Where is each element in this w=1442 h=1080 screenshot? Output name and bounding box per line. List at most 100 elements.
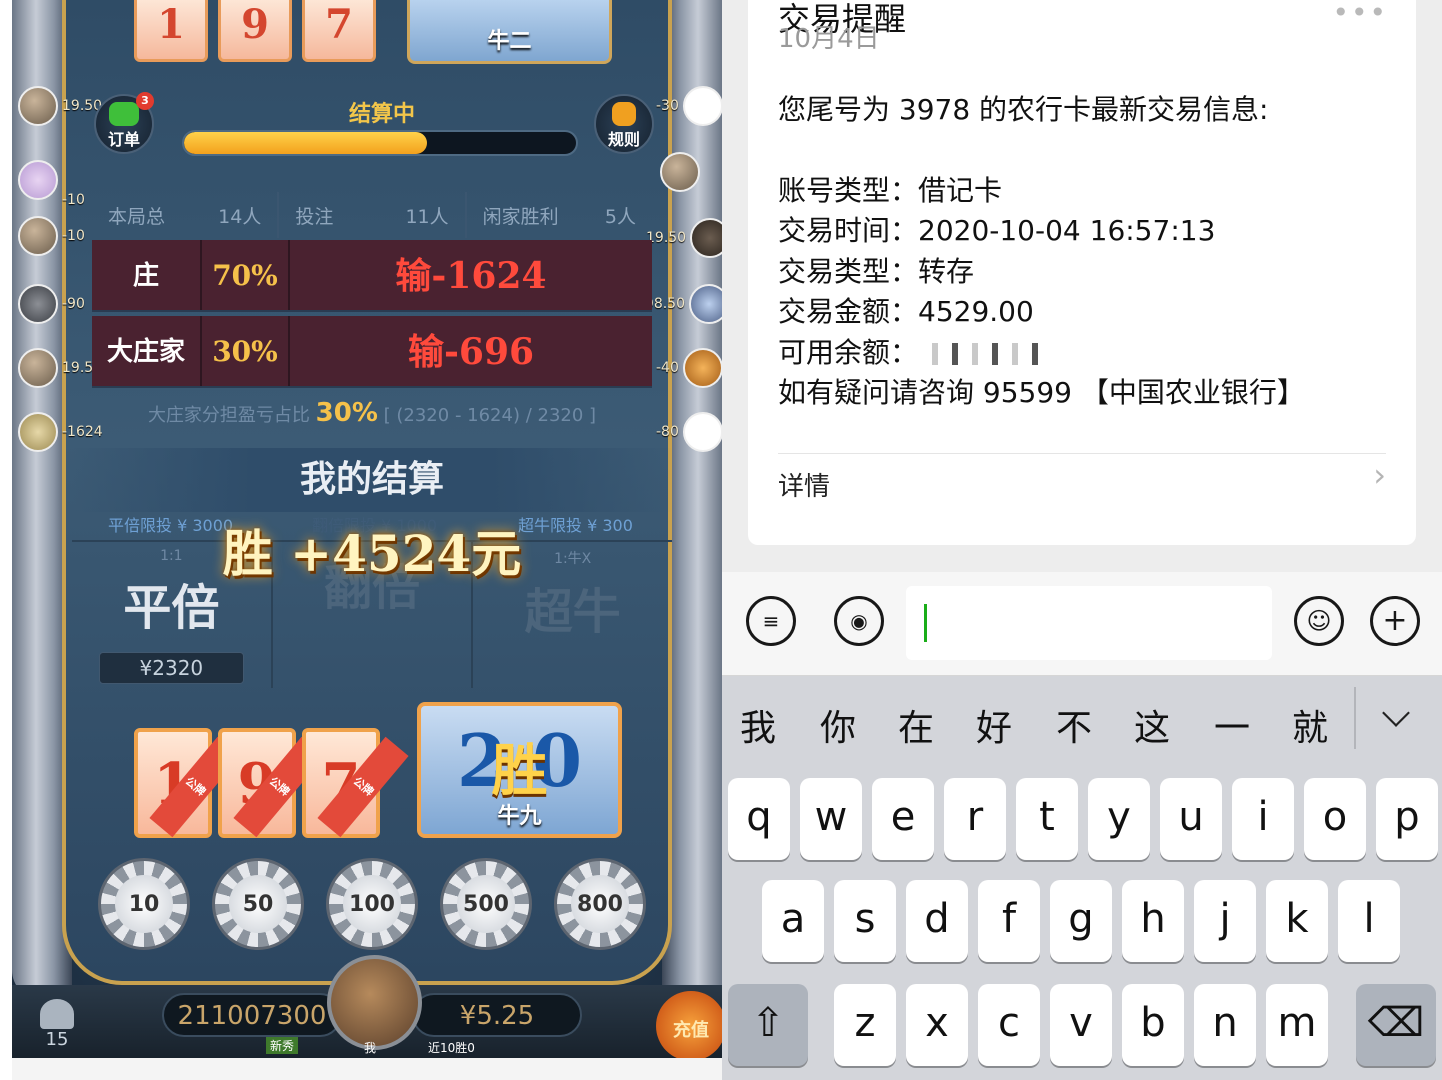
limit-super: 超牛限投 ¥ 300	[518, 516, 633, 535]
consult-line: 如有疑问请咨询 95599 【中国农业银行】	[778, 376, 1305, 409]
me-tag: 我	[364, 1041, 377, 1055]
key-x[interactable]: x	[906, 984, 968, 1066]
share-pct: 30%	[315, 398, 378, 428]
key-g[interactable]: g	[1050, 880, 1112, 962]
key-b[interactable]: b	[1122, 984, 1184, 1066]
chip-value: 10	[115, 875, 173, 933]
balance-label: 可用余额：	[778, 335, 919, 369]
avatar	[18, 160, 58, 200]
candidate-word[interactable]: 好	[976, 699, 1012, 751]
key-i[interactable]: i	[1232, 778, 1294, 860]
chip-10[interactable]: 10	[98, 858, 190, 950]
candidate-word[interactable]: 你	[820, 699, 856, 751]
chip-500[interactable]: 500	[440, 858, 532, 950]
backspace-key[interactable]: ⌫	[1356, 984, 1436, 1066]
key-n[interactable]: n	[1194, 984, 1256, 1066]
voice-icon[interactable]: ◉	[834, 596, 884, 646]
candidate-word[interactable]: 就	[1292, 699, 1328, 751]
recharge-button[interactable]: 充值	[656, 991, 722, 1058]
chip-value: 100	[343, 875, 401, 933]
online-players[interactable]: 15	[40, 999, 74, 1050]
key-a[interactable]: a	[762, 880, 824, 962]
rank-tag: 新秀	[266, 1037, 299, 1054]
row-pct: 70%	[202, 240, 290, 310]
key-t[interactable]: t	[1016, 778, 1078, 860]
avatar	[18, 86, 58, 126]
key-r[interactable]: r	[944, 778, 1006, 860]
game-footer: 15 211007300 ¥5.25 新秀 我 近10胜0 充值	[12, 955, 722, 1058]
right-player-5[interactable]: -40	[652, 348, 722, 388]
banker-cards: 2 0 胜 牛九	[417, 702, 622, 838]
avatar	[660, 152, 700, 192]
stats-value: 5人	[604, 205, 636, 228]
player-card-1: 1 公牌	[134, 728, 241, 838]
transaction-card[interactable]: 交易提醒 ••• 10月4日 您尾号为 3978 的农行卡最新交易信息: 账号类…	[748, 0, 1416, 545]
key-h[interactable]: h	[1122, 880, 1184, 962]
account-type: 账号类型：借记卡	[778, 173, 1003, 207]
key-l[interactable]: l	[1338, 880, 1400, 962]
orders-button[interactable]: 订单 3	[94, 92, 154, 154]
player-score: -40	[656, 360, 679, 376]
plus-icon[interactable]: +	[1370, 596, 1420, 646]
stats-value: 11人	[405, 205, 449, 228]
key-c[interactable]: c	[978, 984, 1040, 1066]
avatar	[689, 284, 722, 324]
right-player-2[interactable]	[652, 152, 700, 192]
my-avatar[interactable]	[327, 955, 422, 1050]
avatar	[690, 218, 722, 258]
chip-50[interactable]: 50	[212, 858, 304, 950]
card-body: 您尾号为 3978 的农行卡最新交易信息: 账号类型：借记卡 交易时间：2020…	[778, 90, 1396, 414]
candidate-word[interactable]: 在	[898, 699, 934, 751]
menu-list-icon[interactable]: ≡	[746, 596, 796, 646]
key-d[interactable]: d	[906, 880, 968, 962]
key-q[interactable]: q	[728, 778, 790, 860]
stats-total: 本局总 14人	[92, 192, 280, 238]
key-e[interactable]: e	[872, 778, 934, 860]
key-k[interactable]: k	[1266, 880, 1328, 962]
key-u[interactable]: u	[1160, 778, 1222, 860]
screenshot-root: 1 9 7 牛二 19.50 -10 -10 -90 19.50 -1624 -…	[0, 0, 1442, 1080]
key-z[interactable]: z	[834, 984, 896, 1066]
chevron-down-icon[interactable]	[1382, 699, 1410, 727]
candidate-word[interactable]: 一	[1214, 699, 1250, 751]
key-y[interactable]: y	[1088, 778, 1150, 860]
shift-key[interactable]: ⇧	[728, 984, 808, 1066]
more-icon[interactable]: •••	[1332, 0, 1388, 29]
chip-100[interactable]: 100	[326, 858, 418, 950]
progress-fill	[184, 132, 428, 154]
key-o[interactable]: o	[1304, 778, 1366, 860]
key-p[interactable]: p	[1376, 778, 1438, 860]
chat-input-bar: ≡ ◉ ☺ +	[722, 572, 1442, 676]
details-link[interactable]: 详情	[778, 466, 830, 503]
right-player-6[interactable]: -80	[652, 412, 722, 452]
right-player-1[interactable]: -30	[652, 86, 722, 126]
key-w[interactable]: w	[800, 778, 862, 860]
chip-800[interactable]: 800	[554, 858, 646, 950]
candidate-word[interactable]: 这	[1134, 699, 1170, 751]
left-player-2[interactable]: -10	[18, 152, 89, 208]
key-m[interactable]: m	[1266, 984, 1328, 1066]
candidate-word[interactable]: 我	[740, 699, 776, 751]
player-card-2: 9 公牌	[218, 728, 325, 838]
share-formula: [ (2320 - 1624) / 2320 ]	[383, 405, 597, 426]
candidate-word[interactable]: 不	[1056, 699, 1092, 751]
message-input[interactable]	[906, 586, 1272, 660]
transaction-time: 交易时间：2020-10-04 16:57:13	[778, 214, 1216, 247]
left-player-4[interactable]: -90	[18, 284, 89, 324]
key-f[interactable]: f	[978, 880, 1040, 962]
big-banker-row: 大庄家 30% 输-696	[92, 316, 652, 388]
chip-value: 500	[457, 875, 515, 933]
emoji-icon[interactable]: ☺	[1294, 596, 1344, 646]
key-j[interactable]: j	[1194, 880, 1256, 962]
left-player-1[interactable]: 19.50	[18, 86, 106, 126]
top-banker-label: 牛二	[487, 29, 532, 54]
rules-button[interactable]: 规则	[594, 94, 654, 154]
key-v[interactable]: v	[1050, 984, 1112, 1066]
game-panel: 1 9 7 牛二 19.50 -10 -10 -90 19.50 -1624 -…	[0, 0, 722, 1080]
blurred-balance	[918, 342, 1039, 365]
avatar	[682, 412, 722, 452]
key-s[interactable]: s	[834, 880, 896, 962]
stats-bets: 投注 11人	[279, 192, 467, 238]
left-player-3[interactable]: -10	[18, 216, 89, 256]
right-player-3[interactable]: 19.50	[642, 218, 722, 258]
